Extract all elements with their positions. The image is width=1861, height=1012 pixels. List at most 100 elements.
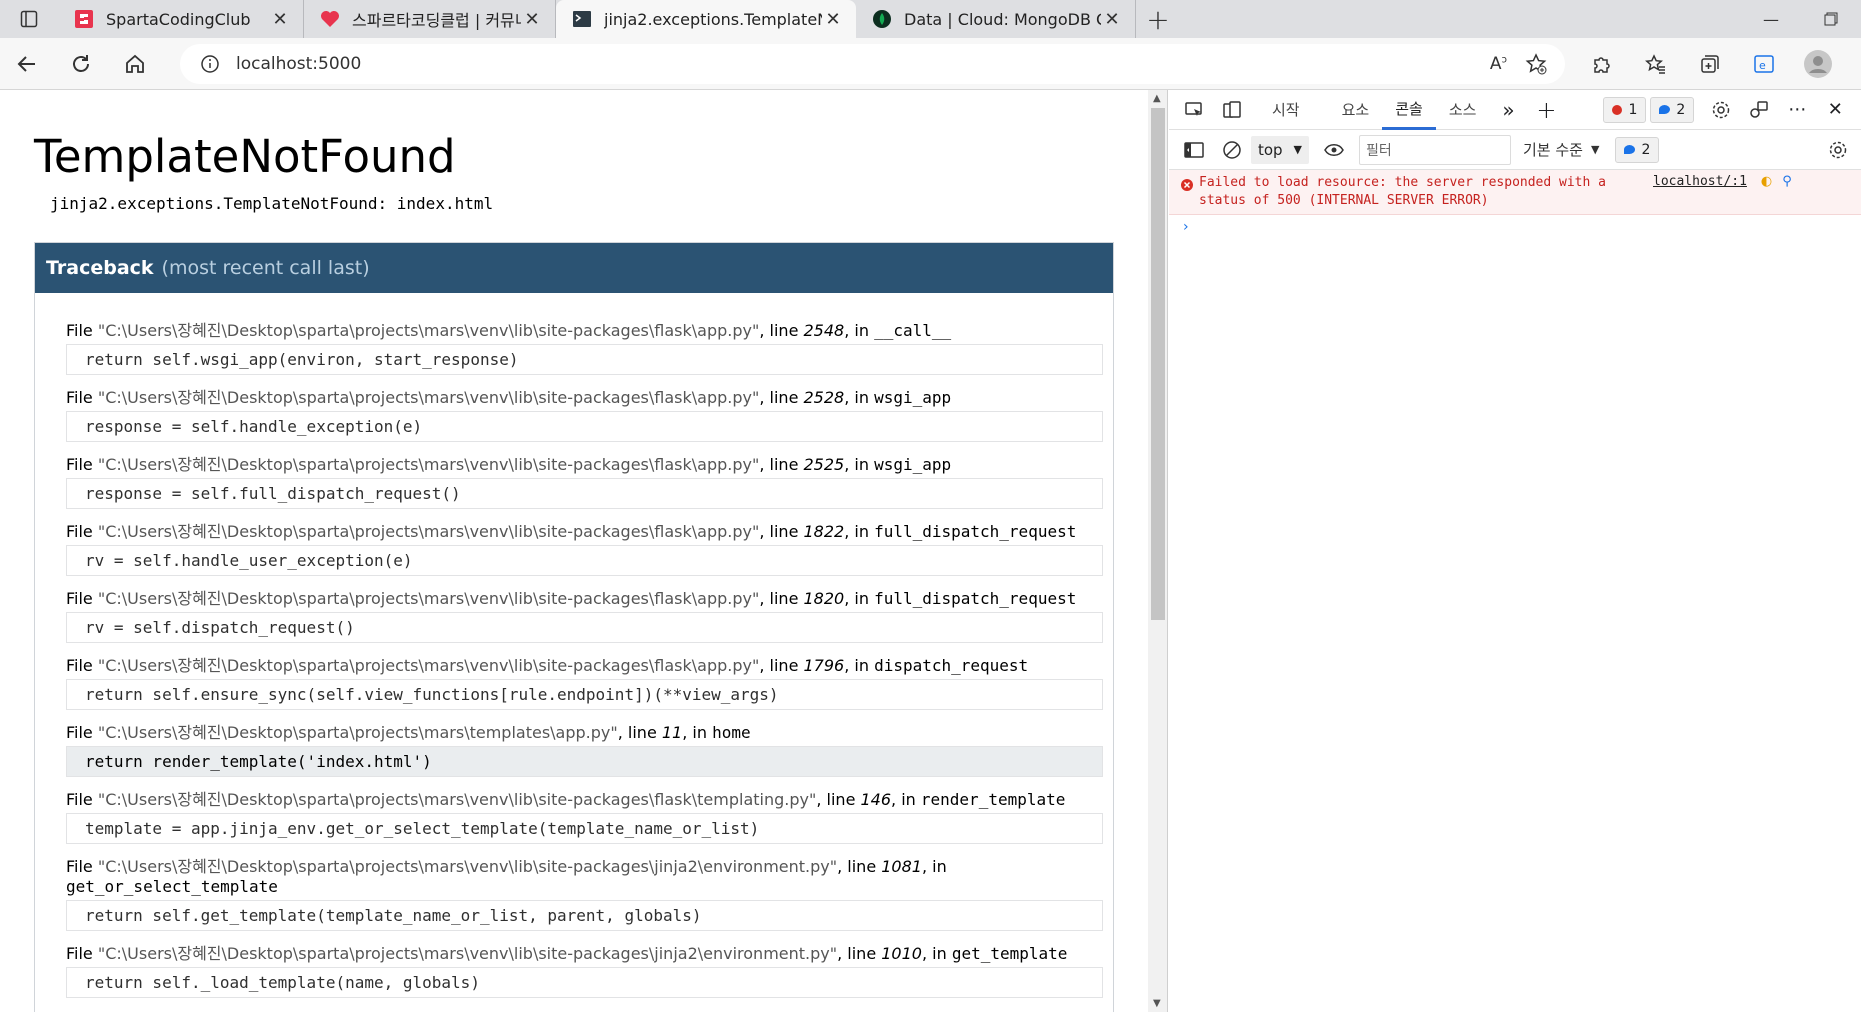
plus-icon: +: [1536, 95, 1557, 124]
frame-source-line[interactable]: return render_template('index.html'): [66, 746, 1103, 777]
close-tab-icon[interactable]: ✕: [1101, 8, 1123, 30]
devtools-tab-console[interactable]: 콘솔: [1382, 90, 1436, 130]
line-label: , line: [759, 522, 804, 541]
frame-source-line[interactable]: rv = self.handle_user_exception(e): [66, 545, 1103, 576]
home-button[interactable]: [108, 42, 162, 86]
gear-icon: [1713, 101, 1730, 118]
scrollbar-thumb[interactable]: [1151, 108, 1165, 620]
console-prompt[interactable]: ›: [1169, 215, 1861, 239]
ie-mode-button[interactable]: e: [1737, 42, 1791, 86]
favorites-button[interactable]: [1629, 42, 1683, 86]
frame-source-line[interactable]: response = self.full_dispatch_request(): [66, 478, 1103, 509]
tab-title: 스파르타코딩클럽 | 커뮤니티: [352, 11, 521, 30]
tab-werkzeug-debugger[interactable]: jinja2.exceptions.TemplateNotFound: inde…: [556, 0, 856, 38]
error-count-badge[interactable]: 1: [1603, 96, 1647, 123]
tab-spartacodingclub[interactable]: SpartaCodingClub ✕: [58, 0, 304, 38]
scroll-up-icon[interactable]: ▲: [1153, 93, 1161, 104]
restore-button[interactable]: [1801, 0, 1861, 38]
filter-placeholder: 필터: [1366, 142, 1392, 159]
device-emulation-button[interactable]: [1213, 90, 1251, 130]
live-expression-button[interactable]: [1315, 130, 1353, 170]
file-label: File: [66, 589, 98, 608]
url-text[interactable]: localhost:5000: [236, 54, 361, 74]
console-settings-button[interactable]: [1819, 130, 1857, 170]
add-favorite-icon[interactable]: [1525, 53, 1547, 75]
close-devtools-button[interactable]: ✕: [1816, 90, 1854, 130]
frame-function: wsgi_app: [874, 455, 952, 474]
frame-location: File "C:\Users\장혜진\Desktop\sparta\projec…: [66, 321, 1103, 341]
message-count: 2: [1676, 101, 1686, 118]
tab-actions-button[interactable]: [0, 0, 58, 38]
collections-button[interactable]: [1683, 42, 1737, 86]
more-options-button[interactable]: ⋯: [1778, 90, 1816, 130]
devtools-tab-sources[interactable]: 소스: [1436, 90, 1490, 130]
file-label: File: [66, 723, 98, 742]
frame-source-line[interactable]: return self.wsgi_app(environ, start_resp…: [66, 344, 1103, 375]
clear-console-button[interactable]: [1213, 130, 1251, 170]
tab-sparta-community[interactable]: 스파르타코딩클럽 | 커뮤니티 ✕: [304, 0, 556, 38]
connect-device-button[interactable]: [1740, 90, 1778, 130]
refresh-button[interactable]: [54, 42, 108, 86]
frame-function: home: [712, 723, 751, 742]
frame-source-line[interactable]: template = app.jinja_env.get_or_select_t…: [66, 813, 1103, 844]
log-levels-dropdown[interactable]: 기본 수준 ▼: [1523, 139, 1599, 160]
issues-count: 2: [1641, 141, 1651, 158]
devtools-tab-welcome[interactable]: 시작: [1259, 90, 1313, 130]
tab-title: SpartaCodingClub: [106, 9, 251, 29]
read-aloud-icon[interactable]: Aↄ: [1490, 54, 1507, 74]
in-label: , in: [844, 388, 875, 407]
console-error-message: Failed to load resource: the server resp…: [1169, 170, 1861, 215]
more-tabs-button[interactable]: »: [1489, 90, 1527, 130]
restore-icon: [1824, 12, 1838, 26]
frame-source-line[interactable]: response = self.handle_exception(e): [66, 411, 1103, 442]
in-label: , in: [844, 455, 875, 474]
puzzle-icon: [1594, 57, 1610, 73]
traceback-header[interactable]: Traceback (most recent call last): [35, 243, 1113, 293]
plus-icon: +: [1146, 2, 1170, 36]
scroll-down-icon[interactable]: ▼: [1153, 998, 1161, 1009]
extensions-button[interactable]: [1575, 42, 1629, 86]
tab-mongodb-cloud[interactable]: Data | Cloud: MongoDB Cloud ✕: [856, 0, 1136, 38]
add-tool-button[interactable]: +: [1527, 90, 1565, 130]
devtools-settings-button[interactable]: [1702, 90, 1740, 130]
new-tab-button[interactable]: +: [1136, 0, 1180, 38]
issues-badge[interactable]: 2: [1615, 136, 1660, 163]
toggle-sidebar-button[interactable]: [1175, 130, 1213, 170]
frame-source-line[interactable]: return self._load_template(name, globals…: [66, 967, 1103, 998]
intellicode-icon[interactable]: ◐: [1761, 174, 1772, 210]
frame-line-number: 11: [661, 723, 683, 742]
page-title: TemplateNotFound: [34, 130, 456, 183]
frame-source-line[interactable]: rv = self.dispatch_request(): [66, 612, 1103, 643]
close-tab-icon[interactable]: ✕: [521, 8, 543, 30]
close-tab-icon[interactable]: ✕: [822, 8, 844, 30]
traceback-frame: File "C:\Users\장혜진\Desktop\sparta\projec…: [66, 790, 1103, 844]
line-label: , line: [759, 455, 804, 474]
frame-function: render_template: [920, 790, 1066, 809]
browser-toolbar: localhost:5000 Aↄ e: [0, 38, 1861, 90]
close-tab-icon[interactable]: ✕: [269, 8, 291, 30]
eye-icon: [1324, 143, 1344, 156]
profile-button[interactable]: [1791, 42, 1845, 86]
traceback-frame: File "C:\Users\장혜진\Desktop\sparta\projec…: [66, 522, 1103, 576]
console-filter-input[interactable]: 필터: [1359, 134, 1511, 165]
inspect-element-button[interactable]: [1175, 90, 1213, 130]
file-label: File: [66, 857, 98, 876]
message-count-badge[interactable]: 2: [1650, 96, 1695, 123]
line-label: , line: [759, 321, 804, 340]
context-selector[interactable]: top ▼: [1251, 135, 1309, 164]
search-icon[interactable]: ⚲: [1782, 174, 1792, 210]
back-button[interactable]: [0, 42, 54, 86]
page-scrollbar[interactable]: ▲ ▼: [1148, 90, 1168, 1012]
clear-icon: [1223, 140, 1241, 159]
info-icon[interactable]: [200, 54, 220, 74]
frame-function: __call__: [874, 321, 952, 340]
in-label: , in: [844, 522, 875, 541]
frame-filename: "C:\Users\장혜진\Desktop\sparta\projects\ma…: [97, 589, 760, 608]
frame-source-line[interactable]: return self.ensure_sync(self.view_functi…: [66, 679, 1103, 710]
minimize-button[interactable]: —: [1741, 0, 1801, 38]
devtools-tab-elements[interactable]: 요소: [1329, 90, 1383, 130]
frame-source-line[interactable]: return self.get_template(template_name_o…: [66, 900, 1103, 931]
console-source-link[interactable]: localhost/:1: [1653, 174, 1747, 210]
address-bar[interactable]: localhost:5000 Aↄ: [180, 44, 1565, 84]
traceback-frame: File "C:\Users\장혜진\Desktop\sparta\projec…: [66, 321, 1103, 375]
